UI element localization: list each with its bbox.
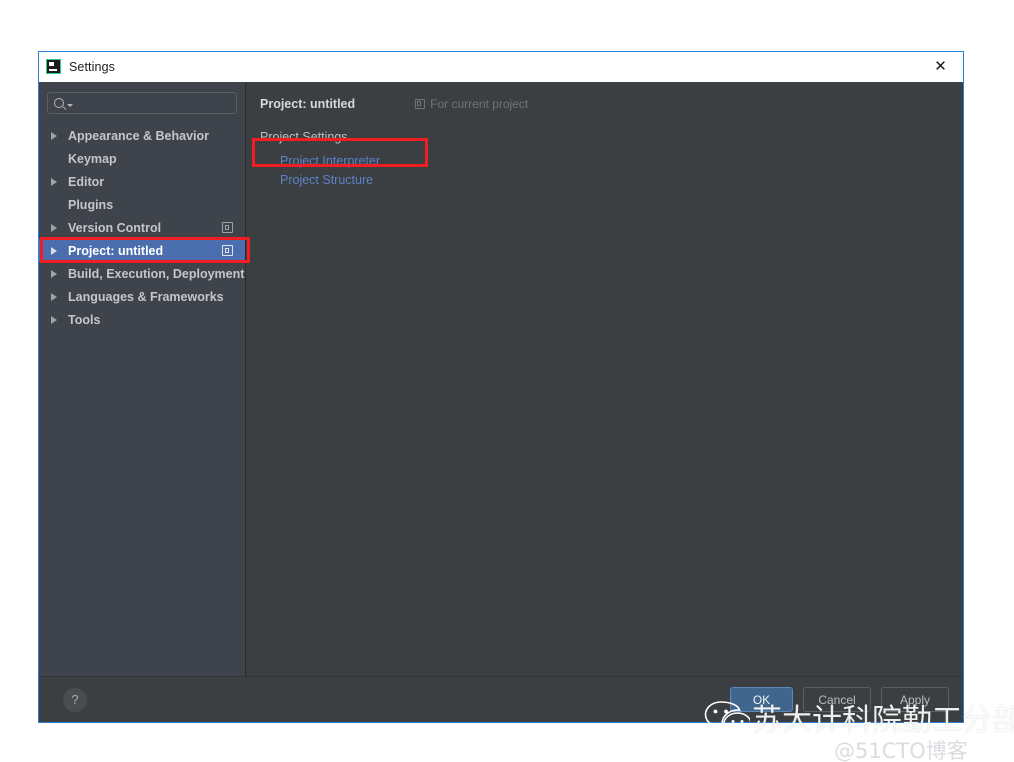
scope-label: For current project <box>430 97 529 111</box>
sidebar-item-project-untitled[interactable]: Project: untitled <box>39 239 245 262</box>
watermark-subtext: @51CTO博客 <box>834 739 968 762</box>
settings-dialog: Settings ✕ Appearance & Behavior Keymap … <box>38 51 964 723</box>
chevron-right-icon <box>51 131 63 140</box>
sidebar-item-tools[interactable]: Tools <box>39 308 245 331</box>
sidebar-item-label: Appearance & Behavior <box>68 128 210 143</box>
help-icon[interactable]: ? <box>63 687 87 712</box>
dialog-body: Appearance & Behavior Keymap Editor Plug… <box>39 82 963 676</box>
chevron-right-icon <box>51 315 63 324</box>
sidebar-item-languages-frameworks[interactable]: Languages & Frameworks <box>39 285 245 308</box>
settings-sidebar: Appearance & Behavior Keymap Editor Plug… <box>39 82 246 676</box>
chevron-right-icon <box>51 177 63 186</box>
pycharm-icon <box>46 59 61 74</box>
content-header: Project: untitled For current project <box>260 96 963 112</box>
sidebar-item-label: Languages & Frameworks <box>68 289 224 304</box>
chevron-right-icon <box>51 292 63 301</box>
section-title: Project Settings <box>260 130 348 144</box>
sidebar-item-build-execution-deployment[interactable]: Build, Execution, Deployment <box>39 262 245 285</box>
module-scope-icon <box>222 222 233 233</box>
sidebar-item-label: Build, Execution, Deployment <box>68 266 245 281</box>
sidebar-item-label: Project: untitled <box>68 243 164 258</box>
window-title: Settings <box>69 59 115 74</box>
cancel-button[interactable]: Cancel <box>803 687 871 712</box>
sidebar-item-label: Editor <box>68 174 105 189</box>
ok-button[interactable]: OK <box>730 687 793 712</box>
sidebar-item-label: Version Control <box>68 220 162 235</box>
sidebar-item-version-control[interactable]: Version Control <box>39 216 245 239</box>
link-project-structure[interactable]: Project Structure <box>260 173 373 187</box>
scope-indicator: For current project <box>415 97 528 111</box>
sidebar-item-editor[interactable]: Editor <box>39 170 245 193</box>
settings-content-panel: Project: untitled For current project Pr… <box>246 82 963 676</box>
module-scope-icon <box>222 245 233 256</box>
module-scope-icon <box>415 99 426 109</box>
sidebar-item-label: Keymap <box>68 151 117 166</box>
search-container <box>39 92 245 114</box>
dialog-button-row: OK Cancel Apply <box>730 687 949 712</box>
link-project-interpreter[interactable]: Project Interpreter <box>260 154 380 168</box>
chevron-right-icon <box>51 223 63 232</box>
search-icon <box>54 98 73 108</box>
dialog-footer: ? OK Cancel Apply <box>39 676 963 722</box>
sidebar-item-keymap[interactable]: Keymap <box>39 147 245 170</box>
apply-button[interactable]: Apply <box>881 687 949 712</box>
sidebar-item-appearance-behavior[interactable]: Appearance & Behavior <box>39 124 245 147</box>
close-icon[interactable]: ✕ <box>918 52 963 81</box>
search-input[interactable] <box>73 93 236 113</box>
settings-tree: Appearance & Behavior Keymap Editor Plug… <box>39 124 245 331</box>
chevron-right-icon <box>51 269 63 278</box>
page-title: Project: untitled <box>260 97 356 111</box>
sidebar-item-plugins[interactable]: Plugins <box>39 193 245 216</box>
chevron-right-icon <box>51 246 63 255</box>
title-bar: Settings ✕ <box>39 52 963 82</box>
sidebar-item-label: Plugins <box>68 197 114 212</box>
sidebar-item-label: Tools <box>68 312 101 327</box>
search-box[interactable] <box>47 92 237 114</box>
